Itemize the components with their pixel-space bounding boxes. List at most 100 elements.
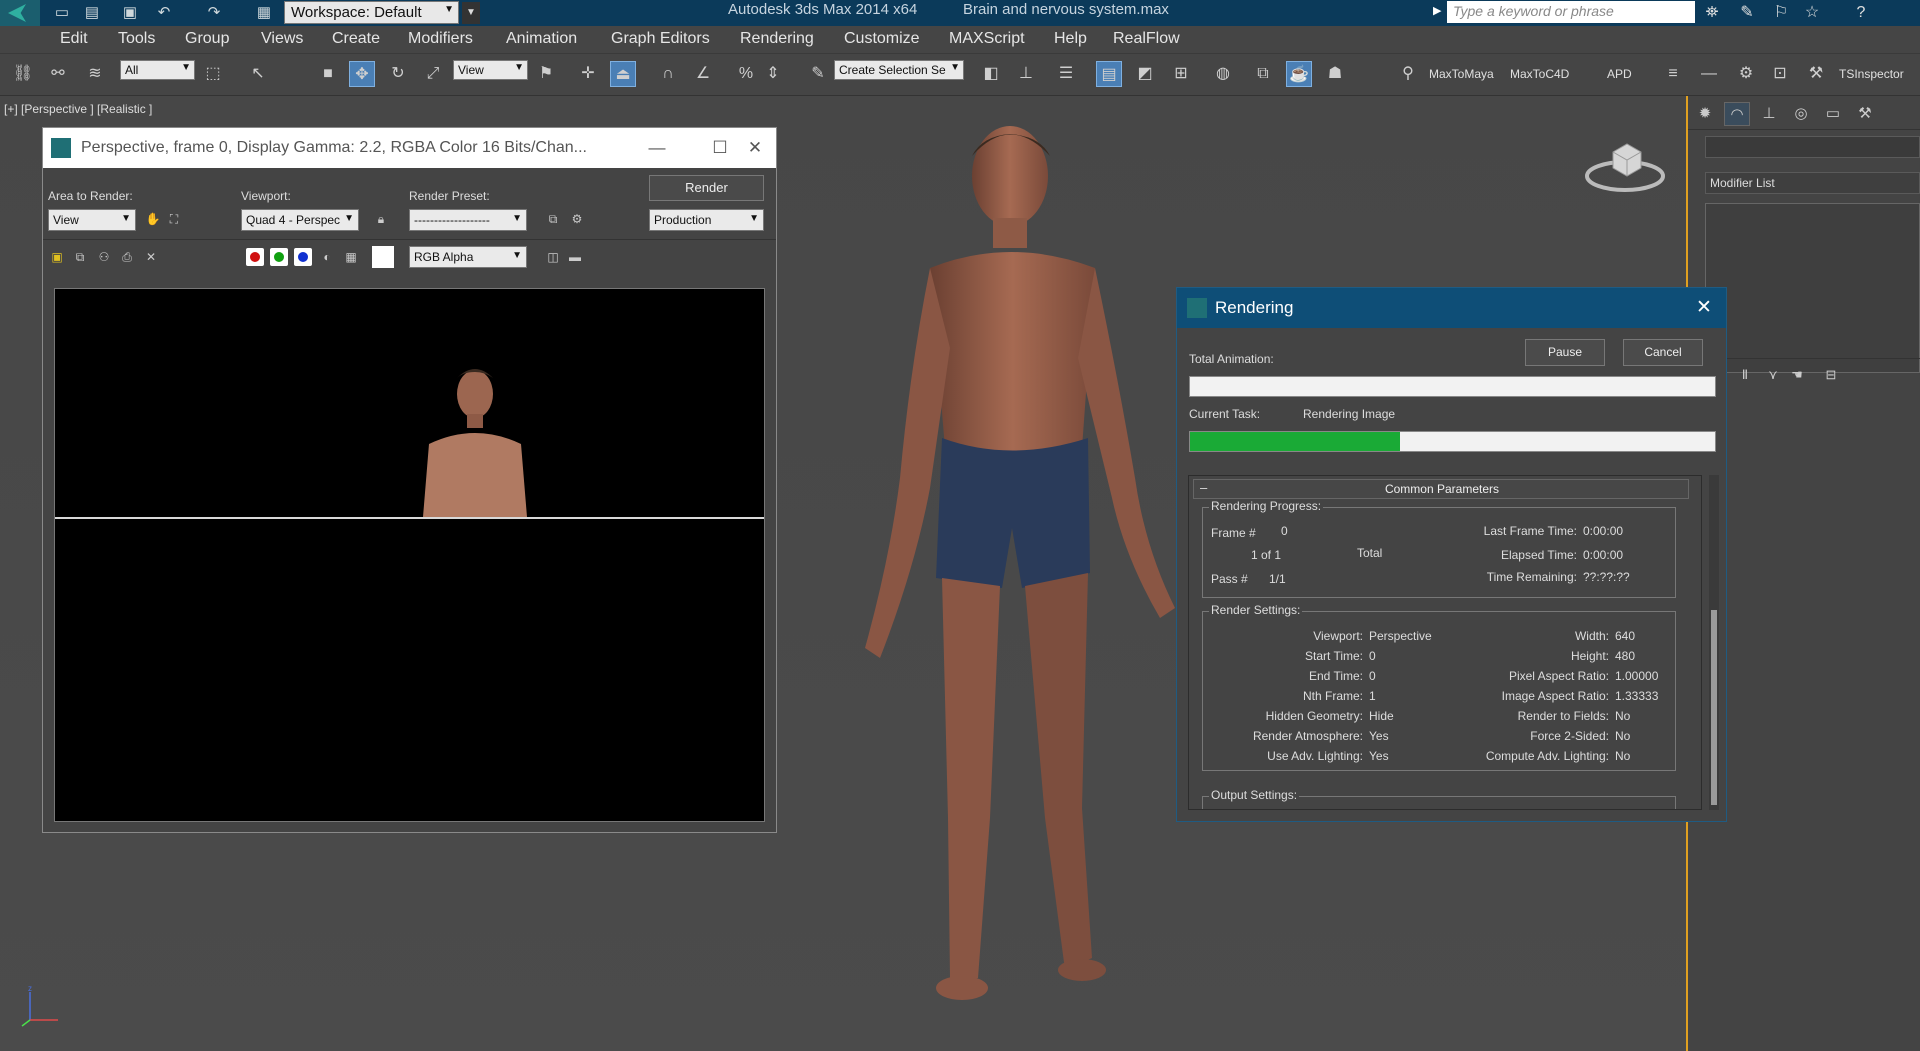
help-icon[interactable]: ?	[1850, 2, 1872, 24]
menu-create[interactable]: Create	[332, 30, 380, 48]
pause-button[interactable]: Pause	[1525, 339, 1605, 366]
hierarchy-tab-icon[interactable]: ⊥	[1756, 102, 1782, 126]
tsinspector-icon[interactable]: ⚒	[1803, 61, 1829, 87]
clone-window-icon[interactable]: ⚇	[95, 248, 113, 266]
window-crossing-icon[interactable]: ■	[315, 61, 341, 87]
modifier-stack[interactable]	[1705, 203, 1920, 373]
utilities-tab-icon[interactable]: ⚒	[1852, 102, 1878, 126]
viewport-dropdown[interactable]: Quad 4 - Perspec ▼	[241, 209, 359, 231]
menu-help[interactable]: Help	[1054, 30, 1087, 48]
angle-snap-icon[interactable]: ∠	[690, 61, 716, 87]
workspace-menu-icon[interactable]: ▼	[462, 2, 480, 24]
select-by-name-icon[interactable]: ↖	[245, 61, 271, 87]
rendering-dialog[interactable]: Rendering ✕ Total Animation: Pause Cance…	[1176, 287, 1727, 822]
bind-space-warp-icon[interactable]: ≋	[82, 61, 108, 87]
render-icon[interactable]: ☕	[1286, 61, 1312, 87]
close-icon[interactable]: ✕	[1691, 295, 1717, 321]
area-to-render-dropdown[interactable]: View ▼	[48, 209, 136, 231]
curve-editor-icon[interactable]: ◩	[1132, 61, 1158, 87]
workspace-dropdown[interactable]: Workspace: Default ▼	[284, 1, 459, 24]
toggle-ui-icon[interactable]: ▬	[566, 248, 584, 266]
snap-icon[interactable]: ∩	[655, 61, 681, 87]
menu-maxscript[interactable]: MAXScript	[949, 30, 1025, 48]
viewport-label[interactable]: [+] [Perspective ] [Realistic ]	[4, 102, 152, 116]
layer-explorer-icon[interactable]: ☰	[1053, 61, 1079, 87]
make-unique-icon[interactable]: ⋎	[1763, 365, 1783, 385]
material-editor-icon[interactable]: ◍	[1210, 61, 1236, 87]
plugin-maxtoc4d[interactable]: MaxToC4D	[1510, 67, 1569, 81]
menu-realflow[interactable]: RealFlow	[1113, 30, 1180, 48]
search-input[interactable]: Type a keyword or phrase	[1447, 1, 1695, 23]
menu-rendering[interactable]: Rendering	[740, 30, 814, 48]
viewcube-icon[interactable]	[1585, 134, 1665, 194]
save-icon[interactable]: ▣	[120, 3, 140, 23]
move-icon[interactable]: ✥	[349, 61, 375, 87]
display-channel-dropdown[interactable]: RGB Alpha ▼	[409, 246, 527, 268]
configure-modifier-sets-icon[interactable]: ⊟	[1821, 365, 1841, 385]
render-preset-dropdown[interactable]: ------------------- ▼	[409, 209, 527, 231]
undo-icon[interactable]: ↶	[154, 3, 174, 23]
edit-named-selection-icon[interactable]: ✎	[805, 61, 831, 87]
render-canvas[interactable]	[54, 288, 765, 822]
close-icon[interactable]: ✕	[743, 136, 767, 160]
motion-tab-icon[interactable]: ◎	[1788, 102, 1814, 126]
select-link-icon[interactable]: ⛓	[10, 61, 36, 87]
star-icon[interactable]: ☆	[1801, 2, 1823, 24]
lock-icon[interactable]: 🔒︎	[372, 210, 390, 228]
maxtomaya-icon[interactable]: ⚲	[1395, 61, 1421, 87]
plugin-apd[interactable]: APD	[1607, 67, 1632, 81]
scale-icon[interactable]: ⤢	[420, 61, 446, 87]
named-selection-dropdown[interactable]: Create Selection Se ▼	[834, 60, 964, 80]
minimize-icon[interactable]: —	[645, 136, 669, 160]
subscription-icon[interactable]: ✎	[1736, 2, 1758, 24]
selection-filter-dropdown[interactable]: All ▼	[120, 60, 195, 80]
object-name-input[interactable]	[1705, 136, 1920, 158]
reference-coordinate-dropdown[interactable]: View ▼	[453, 60, 528, 80]
display-tab-icon[interactable]: ▭	[1820, 102, 1846, 126]
menu-edit[interactable]: Edit	[60, 30, 88, 48]
alpha-channel-icon[interactable]: ◐	[318, 248, 336, 266]
frame-window-titlebar[interactable]: Perspective, frame 0, Display Gamma: 2.2…	[43, 128, 776, 168]
render-button[interactable]: Render	[649, 175, 764, 201]
toggle-ui-overlay-icon[interactable]: ◫	[544, 248, 562, 266]
save-image-icon[interactable]: ▣	[48, 248, 66, 266]
menu-views[interactable]: Views	[261, 30, 303, 48]
render-mode-dropdown[interactable]: Production ▼	[649, 209, 764, 231]
auto-region-icon[interactable]: ⛶	[165, 210, 183, 228]
edit-region-icon[interactable]: ✋	[144, 210, 162, 228]
render-production-icon[interactable]: ☗	[1322, 61, 1348, 87]
rotate-icon[interactable]: ↻	[385, 61, 411, 87]
modifier-list-dropdown[interactable]: Modifier List	[1705, 172, 1920, 194]
spinner-snap-icon[interactable]: ⇕	[760, 61, 786, 87]
project-folder-icon[interactable]: ▦	[254, 3, 274, 23]
menu-modifiers[interactable]: Modifiers	[408, 30, 473, 48]
search-expand-icon[interactable]: ▶	[1433, 4, 1441, 17]
remove-modifier-icon[interactable]: ☚	[1787, 365, 1807, 385]
rendered-frame-window[interactable]: Perspective, frame 0, Display Gamma: 2.2…	[42, 127, 777, 833]
select-manipulate-icon[interactable]: ✛	[575, 61, 601, 87]
rollout-scrollbar[interactable]	[1709, 475, 1719, 810]
rollout-header[interactable]: – Common Parameters	[1193, 479, 1689, 499]
maximize-icon[interactable]: ☐	[708, 136, 732, 160]
plugin-tsinspector[interactable]: TSInspector	[1839, 67, 1904, 81]
green-channel-icon[interactable]	[270, 248, 288, 266]
human-model[interactable]	[850, 118, 1180, 1038]
red-channel-icon[interactable]	[246, 248, 264, 266]
open-icon[interactable]: ▤	[82, 3, 102, 23]
render-setup-icon[interactable]: ⧉	[544, 210, 562, 228]
monochrome-icon[interactable]: ▦	[342, 248, 360, 266]
mirror-icon[interactable]: ◧	[978, 61, 1004, 87]
menu-customize[interactable]: Customize	[844, 30, 920, 48]
show-end-result-icon[interactable]: Ⅱ	[1735, 365, 1755, 385]
copy-image-icon[interactable]: ⧉	[71, 248, 89, 266]
swatch-icon[interactable]	[372, 246, 394, 268]
menu-animation[interactable]: Animation	[506, 30, 577, 48]
toggle-ribbon-icon[interactable]: ▤	[1096, 61, 1122, 87]
menu-group[interactable]: Group	[185, 30, 229, 48]
unlink-icon[interactable]: ⚯	[45, 61, 71, 87]
select-object-icon[interactable]: ⬚	[200, 61, 226, 87]
schematic-view-icon[interactable]: ⊞	[1168, 61, 1194, 87]
app-logo-icon[interactable]	[0, 0, 40, 26]
list-icon[interactable]: ≡	[1660, 61, 1686, 87]
settings-icon[interactable]: ⚙	[1733, 61, 1759, 87]
